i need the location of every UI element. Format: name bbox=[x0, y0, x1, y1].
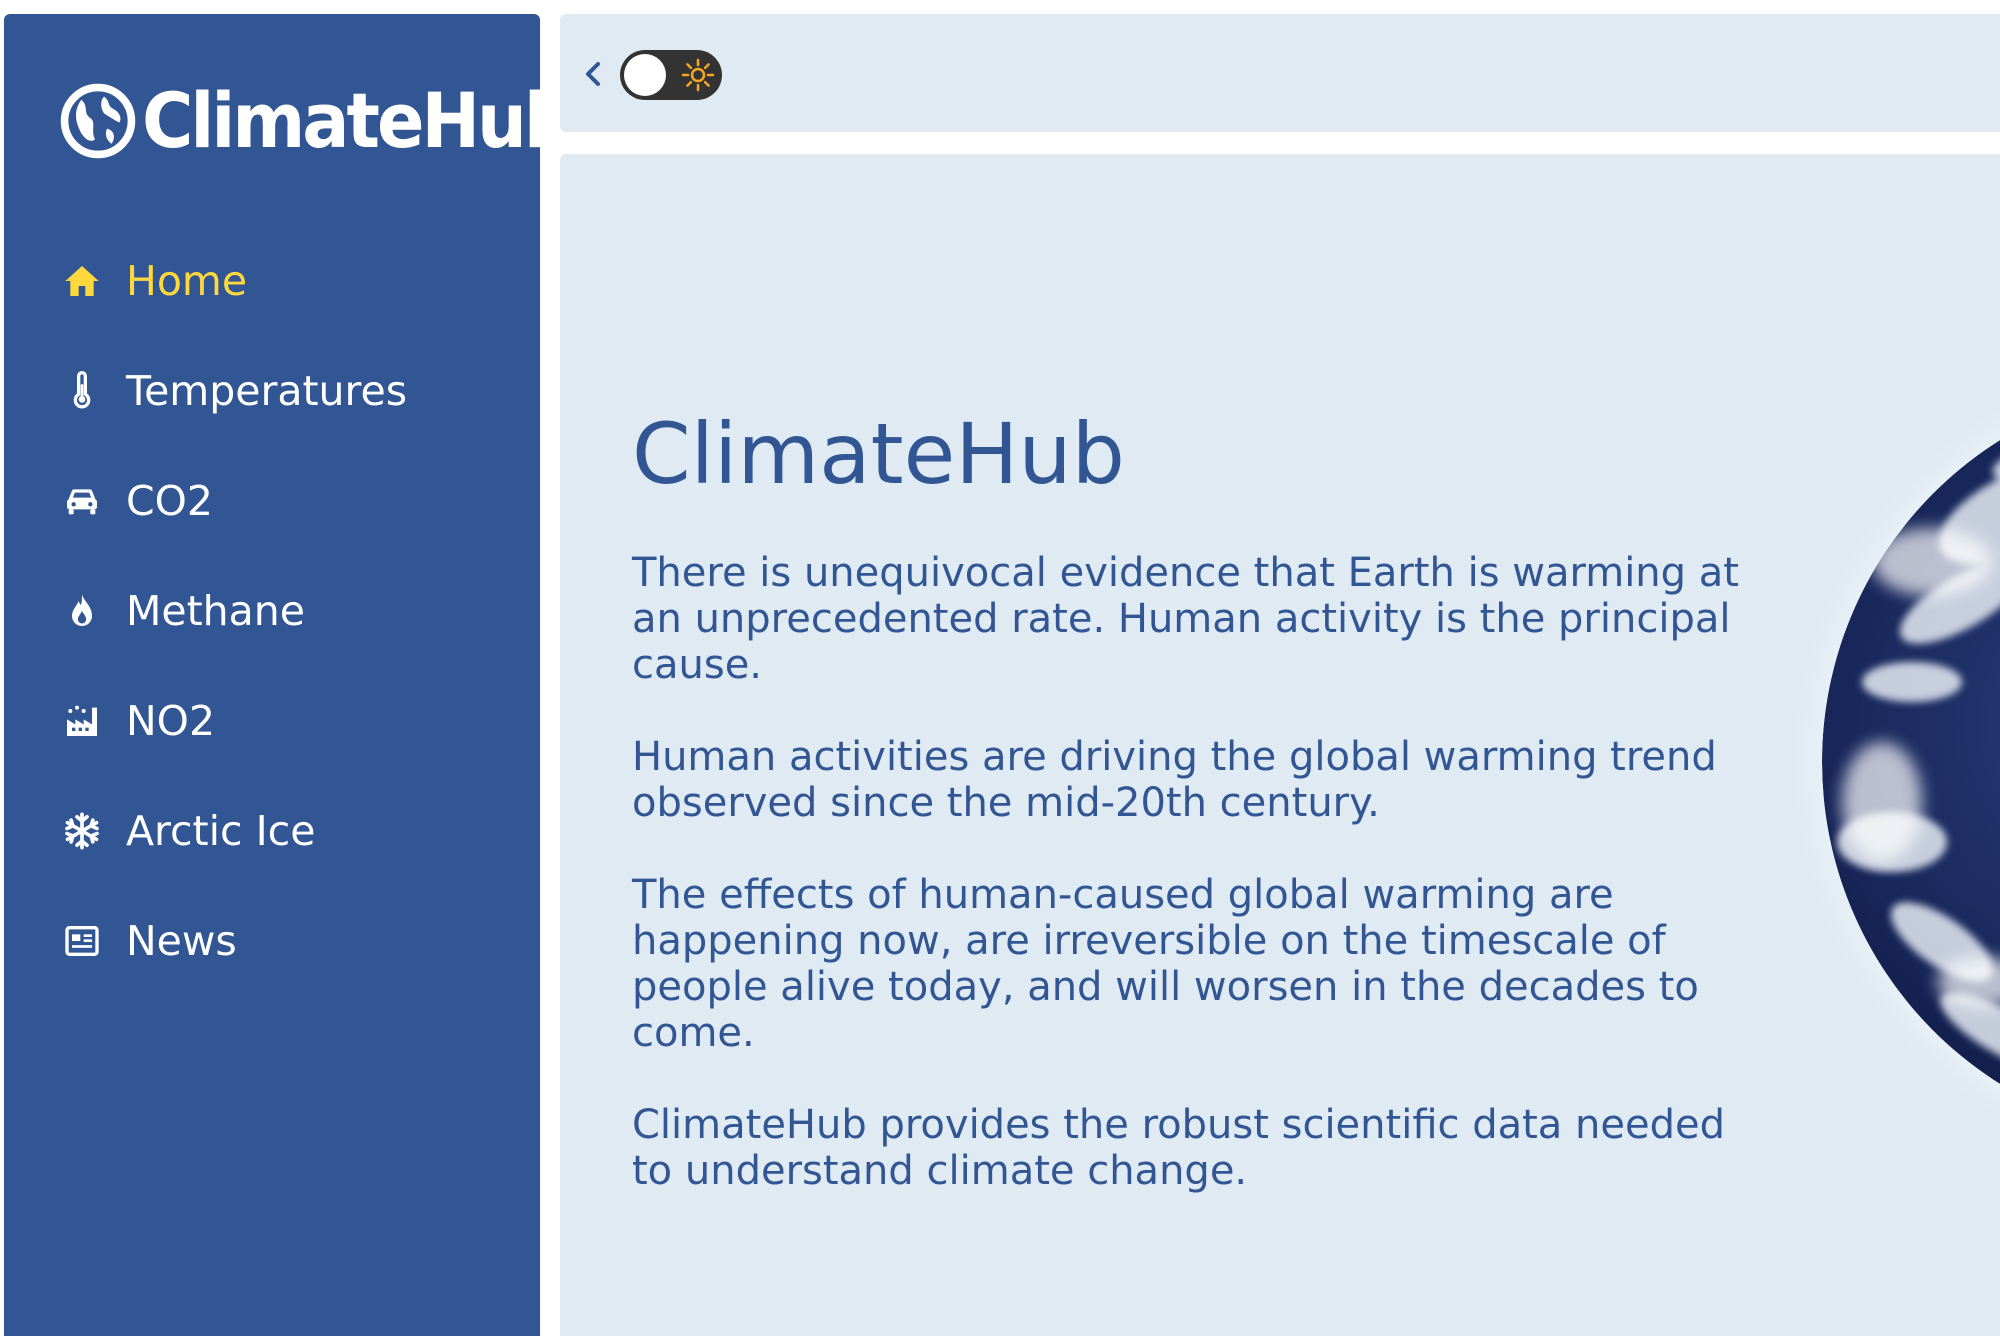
sidebar-item-temperatures[interactable]: Temperatures bbox=[60, 336, 520, 446]
factory-icon bbox=[60, 699, 104, 743]
sidebar-item-label: NO2 bbox=[126, 697, 216, 745]
theme-toggle[interactable] bbox=[620, 50, 722, 100]
earth-image bbox=[1822, 382, 2000, 1142]
sidebar-item-label: News bbox=[126, 917, 237, 965]
sidebar-item-news[interactable]: News bbox=[60, 886, 520, 996]
sidebar-item-label: Arctic Ice bbox=[126, 807, 316, 855]
intro-paragraph: There is unequivocal evidence that Earth… bbox=[632, 550, 1739, 688]
main-content: ClimateHub There is unequivocal evidence… bbox=[560, 154, 2000, 1336]
snowflake-icon bbox=[60, 809, 104, 853]
thermometer-icon bbox=[60, 369, 104, 413]
sidebar-item-label: Temperatures bbox=[126, 367, 408, 415]
toggle-knob bbox=[624, 54, 666, 96]
sidebar-item-label: CO2 bbox=[126, 477, 213, 525]
newspaper-icon bbox=[60, 919, 104, 963]
sidebar-item-arctic-ice[interactable]: Arctic Ice bbox=[60, 776, 520, 886]
intro-text: There is unequivocal evidence that Earth… bbox=[632, 550, 1742, 1240]
home-icon bbox=[60, 259, 104, 303]
flame-icon bbox=[60, 589, 104, 633]
sidebar-item-methane[interactable]: Methane bbox=[60, 556, 520, 666]
intro-paragraph: Human activities are driving the global … bbox=[632, 734, 1717, 826]
collapse-sidebar-button[interactable] bbox=[576, 54, 612, 94]
page-title: ClimateHub bbox=[632, 405, 1125, 503]
sun-icon bbox=[681, 58, 715, 92]
sidebar-item-no2[interactable]: NO2 bbox=[60, 666, 520, 776]
app-root: ClimateHub Home Temperatures CO2 Methane… bbox=[0, 0, 2000, 1336]
sidebar-item-home[interactable]: Home bbox=[60, 226, 520, 336]
intro-paragraph: ClimateHub provides the robust scientifi… bbox=[632, 1102, 1725, 1194]
sidebar-item-co2[interactable]: CO2 bbox=[60, 446, 520, 556]
sidebar-item-label: Methane bbox=[126, 587, 305, 635]
car-icon bbox=[60, 479, 104, 523]
brand-name: ClimateHub bbox=[142, 76, 574, 166]
top-bar bbox=[560, 14, 2000, 132]
chevron-left-icon bbox=[586, 62, 600, 86]
sidebar: ClimateHub Home Temperatures CO2 Methane… bbox=[4, 14, 574, 1336]
brand-logo[interactable]: ClimateHub bbox=[60, 76, 574, 166]
intro-paragraph: The effects of human-caused global warmi… bbox=[632, 872, 1699, 1056]
sidebar-nav: Home Temperatures CO2 Methane NO2 Arctic… bbox=[60, 226, 520, 996]
sidebar-item-label: Home bbox=[126, 257, 248, 305]
globe-icon bbox=[60, 83, 136, 159]
